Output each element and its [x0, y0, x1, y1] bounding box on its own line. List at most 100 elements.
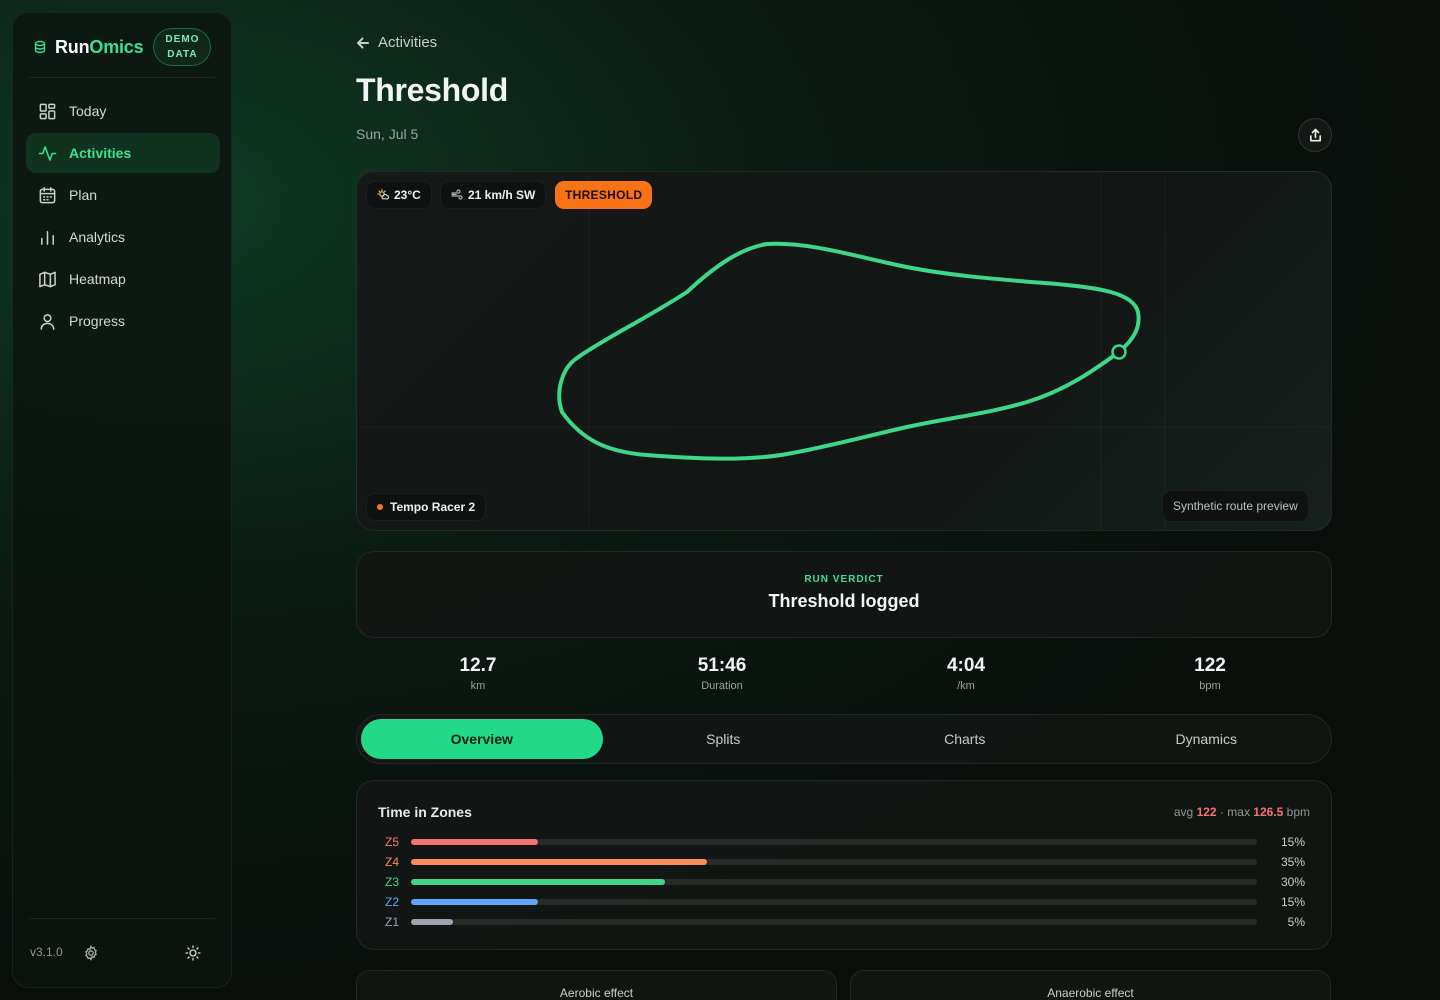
theme-toggle-sun-icon[interactable] — [185, 945, 201, 961]
share-icon — [1309, 128, 1321, 141]
sidebar-item-label: Heatmap — [69, 271, 126, 287]
hr-unit: bpm — [1286, 805, 1310, 819]
tab-splits[interactable]: Splits — [603, 719, 845, 759]
sidebar-item-plan[interactable]: Plan — [26, 175, 220, 215]
sidebar-item-progress[interactable]: Progress — [26, 301, 220, 341]
activity-icon — [38, 145, 57, 161]
map-icon — [39, 271, 56, 287]
sidebar-item-activities[interactable]: Activities — [26, 133, 220, 173]
zones-hr-summary: avg 122 · max 126.5 bpm — [1174, 805, 1310, 819]
route-path — [557, 241, 1141, 461]
aerobic-effect-label: Aerobic effect — [559, 986, 634, 1000]
wind-icon — [451, 189, 463, 200]
stat-unit: /km — [957, 680, 975, 692]
database-icon — [34, 40, 46, 54]
stat-heart-rate: 122 bpm — [1088, 655, 1332, 695]
arrow-left-icon — [357, 37, 369, 48]
aerobic-effect-card: Aerobic effect — [356, 970, 837, 1000]
activity-tabs: Overview Splits Charts Dynamics — [356, 714, 1332, 764]
shoe-name: Tempo Racer 2 — [390, 500, 476, 514]
sidebar-item-label: Today — [69, 103, 107, 119]
tab-charts[interactable]: Charts — [844, 719, 1086, 759]
zone-label: Z4 — [385, 855, 400, 869]
brand-name: RunOmics — [55, 36, 144, 57]
zone-bar-fill — [411, 839, 538, 845]
zone-bar-track — [411, 879, 1257, 885]
summary-stats: 12.7 km 51:46 Duration 4:04 /km 122 bpm — [356, 655, 1332, 695]
share-button[interactable] — [1298, 118, 1332, 152]
sidebar-item-analytics[interactable]: Analytics — [26, 217, 220, 257]
grid-icon — [39, 103, 56, 119]
sidebar-item-today[interactable]: Today — [26, 91, 220, 131]
temperature-value: 23°C — [394, 188, 421, 202]
zone-bar-track — [411, 899, 1257, 905]
zone-label: Z3 — [385, 875, 400, 889]
zone-bar-track — [411, 839, 1257, 845]
route-map[interactable]: 23°C 21 km/h SW THRESHOLD Tempo Racer 2 … — [356, 171, 1332, 531]
zone-bar-fill — [411, 879, 665, 885]
bar-chart-icon — [41, 230, 54, 245]
weather-chip: 23°C — [366, 181, 432, 209]
sidebar-item-label: Plan — [69, 187, 98, 203]
zone-label: Z5 — [385, 835, 400, 849]
page-title: Threshold — [356, 72, 508, 108]
time-in-zones-card: Time in Zones avg 122 · max 126.5 bpm Z5… — [356, 780, 1332, 950]
tab-overview[interactable]: Overview — [361, 719, 603, 759]
app-version: v3.1.0 — [30, 945, 63, 959]
partly-sunny-icon — [377, 189, 389, 200]
stat-unit: bpm — [1199, 680, 1221, 692]
zone-row-z2: Z2 15% — [385, 894, 1305, 910]
stat-unit: km — [470, 680, 486, 692]
route-start-marker — [1111, 344, 1127, 360]
back-link[interactable]: Activities — [356, 34, 437, 51]
anaerobic-effect-card: Anaerobic effect — [850, 970, 1331, 1000]
zone-percent: 15% — [1280, 835, 1305, 849]
zone-bar-fill — [411, 859, 708, 865]
zone-percent: 5% — [1287, 915, 1305, 929]
zone-bar-track — [411, 919, 1257, 925]
zone-bar-fill — [411, 899, 538, 905]
run-verdict-card: RUN VERDICT Threshold logged — [356, 551, 1332, 638]
stat-pace: 4:04 /km — [844, 655, 1088, 695]
zone-row-z1: Z1 5% — [385, 914, 1305, 930]
sidebar-nav: Today Activities Plan Analytics Heatmap … — [26, 91, 220, 343]
synthetic-preview-label: Synthetic route preview — [1162, 490, 1309, 522]
wind-value: 21 km/h SW — [468, 188, 536, 202]
zone-percent: 30% — [1280, 875, 1305, 889]
zone-row-z3: Z3 30% — [385, 874, 1305, 890]
zone-percent: 15% — [1280, 895, 1305, 909]
stat-unit: Duration — [701, 680, 743, 692]
back-label: Activities — [378, 34, 438, 51]
wind-chip: 21 km/h SW — [440, 181, 547, 209]
sidebar-item-label: Progress — [69, 313, 126, 329]
stat-value: 122 — [1194, 655, 1226, 676]
activity-date: Sun, Jul 5 — [356, 126, 419, 142]
route-map-canvas — [557, 241, 1141, 461]
stat-value: 51:46 — [697, 655, 747, 676]
verdict-text: Threshold logged — [768, 591, 920, 611]
zone-bar-track — [411, 859, 1257, 865]
zones-title: Time in Zones — [378, 804, 472, 820]
brand[interactable]: RunOmics DEMO DATA — [33, 27, 212, 67]
divider — [29, 918, 215, 919]
sidebar: RunOmics DEMO DATA Today Activities Plan… — [12, 12, 232, 988]
user-icon — [40, 313, 55, 330]
tab-dynamics[interactable]: Dynamics — [1086, 719, 1328, 759]
gear-icon[interactable] — [83, 945, 99, 961]
demo-data-badge: DEMO DATA — [153, 28, 212, 66]
sidebar-item-heatmap[interactable]: Heatmap — [26, 259, 220, 299]
max-hr-value: 126.5 — [1253, 805, 1284, 819]
shoe-chip[interactable]: Tempo Racer 2 — [366, 493, 487, 521]
verdict-label: RUN VERDICT — [804, 574, 884, 585]
max-label: · max — [1219, 805, 1250, 819]
zone-percent: 35% — [1280, 855, 1305, 869]
stat-value: 4:04 — [946, 655, 986, 676]
zone-row-z4: Z4 35% — [385, 854, 1305, 870]
shoe-dot — [377, 504, 383, 510]
anaerobic-effect-label: Anaerobic effect — [1047, 986, 1134, 1000]
stat-duration: 51:46 Duration — [600, 655, 844, 695]
avg-hr-value: 122 — [1196, 805, 1217, 819]
stat-distance: 12.7 km — [356, 655, 600, 695]
workout-type-badge: THRESHOLD — [555, 181, 653, 209]
zone-row-z5: Z5 15% — [385, 834, 1305, 850]
